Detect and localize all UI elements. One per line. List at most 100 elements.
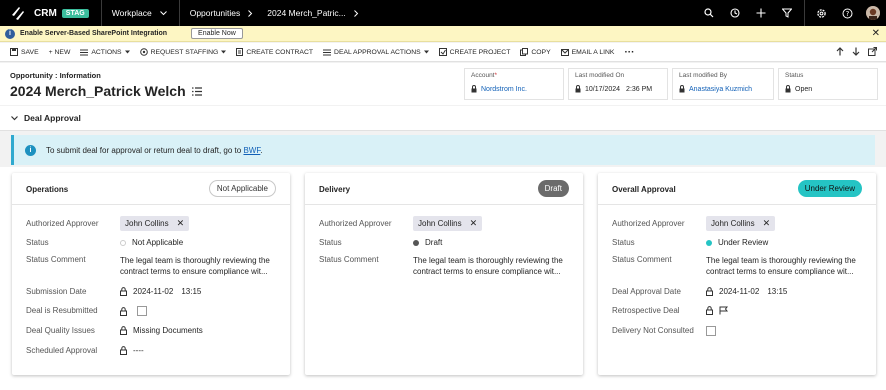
create-project-label: CREATE PROJECT [449,48,511,56]
not-consulted-checkbox[interactable] [706,326,716,336]
help-icon[interactable]: ? [834,8,860,19]
search-icon[interactable] [696,8,722,18]
status-label: Status [785,72,804,79]
field-value[interactable]: The legal team is thoroughly reviewing t… [120,255,280,277]
enable-now-button[interactable]: Enable Now [191,28,243,39]
field-value: ---- [133,346,144,355]
deal-approval-section-header[interactable]: Deal Approval [0,106,886,131]
field-label: Submission Date [26,287,87,296]
deal-approval-actions-menu[interactable]: DEAL APPROVAL ACTIONS [323,49,429,56]
status-dot-icon [120,239,126,246]
page-title: 2024 Merch_Patrick Welch [10,83,202,99]
header-field-account: Account* Nordstrom Inc. [464,68,564,100]
gear-icon[interactable] [808,8,834,19]
nav-opportunities[interactable]: Opportunities [190,8,254,18]
email-link-button[interactable]: EMAIL A LINK [560,48,614,56]
app-logo-icon[interactable] [10,4,28,22]
add-icon[interactable] [748,8,774,18]
new-label: + NEW [48,48,71,56]
recent-history-icon[interactable] [722,8,748,18]
info-icon: i [5,28,15,39]
modified-by-label: Last modified By [679,72,728,79]
arrow-down-icon[interactable] [848,47,864,56]
chevron-down-icon [159,10,167,15]
record-navigation [832,47,880,56]
copy-icon [520,48,529,56]
field-value[interactable]: The legal team is thoroughly reviewing t… [706,255,866,277]
top-navigation-bar: CRM STAG Workplace Opportunities 2024 Me… [0,0,886,26]
form-selector-icon[interactable] [191,86,202,96]
more-commands-icon[interactable]: ··· [624,47,634,58]
flag-icon[interactable] [719,306,728,315]
nav-workplace[interactable]: Workplace [112,8,167,18]
deal-approval-actions-label: DEAL APPROVAL ACTIONS [334,48,421,56]
environment-badge: STAG [61,8,89,18]
close-icon[interactable]: ✕ [872,28,880,39]
project-icon [438,48,447,56]
popout-icon[interactable] [864,47,880,56]
header-field-modified-on: Last modified On 10/17/2024 2:36 PM [568,68,668,100]
arrow-up-icon[interactable] [832,47,848,56]
field-scheduled-approval: Scheduled Approval ---- [26,346,281,355]
create-project-button[interactable]: CREATE PROJECT [438,48,511,56]
chevron-down-icon [221,50,227,54]
request-staffing-menu[interactable]: REQUEST STAFFING [139,48,227,56]
lock-icon [706,306,713,315]
field-retrospective-deal: Retrospective Deal [612,306,867,315]
field-label: Status [612,238,635,247]
field-label: Status Comment [612,255,672,264]
field-value: Missing Documents [133,326,203,335]
close-icon[interactable]: ✕ [177,218,185,229]
filter-icon[interactable] [774,8,800,18]
card-title: Operations [26,185,69,194]
field-status-comment: Status Comment The legal team is thoroug… [26,255,281,277]
approver-tag[interactable]: John Collins ✕ [706,216,776,231]
field-label: Status [319,238,342,247]
command-bar: SAVE + NEW ACTIONS REQUEST STAFFING CREA… [0,43,886,62]
account-link[interactable]: Nordstrom Inc. [481,86,527,93]
new-button[interactable]: + NEW [49,49,71,56]
card-title: Overall Approval [612,185,676,194]
field-value[interactable]: The legal team is thoroughly reviewing t… [413,255,573,277]
card-header: Overall Approval Under Review [598,173,876,205]
status-value: Open [785,85,871,93]
lock-icon [471,85,477,93]
close-icon[interactable]: ✕ [470,218,478,229]
create-contract-button[interactable]: CREATE CONTRACT [236,48,313,56]
approver-tag[interactable]: John Collins ✕ [120,216,190,231]
save-button[interactable]: SAVE [10,48,39,56]
request-staffing-label: REQUEST STAFFING [150,48,219,56]
email-icon [560,48,569,56]
modified-by-link[interactable]: Anastasiya Kuzmich [689,86,752,93]
divider [178,0,180,26]
resubmitted-checkbox[interactable] [137,306,147,316]
notification-banner: i Enable Server-Based SharePoint Integra… [0,26,886,42]
info-text: To submit deal for approval or return de… [46,145,263,155]
document-icon [236,48,244,56]
avatar[interactable] [866,6,880,20]
lock-icon [120,287,127,296]
field-label: Status Comment [26,255,86,264]
field-label: Delivery Not Consulted [612,326,694,335]
field-label: Deal Approval Date [612,287,681,296]
copy-button[interactable]: COPY [520,48,551,56]
svg-text:?: ? [845,10,849,18]
nav-current-record-label: 2024 Merch_Patric... [267,8,346,18]
record-breadcrumb: Opportunity : Information [10,71,101,80]
field-deal-approval-date: Deal Approval Date 2024-11-02 13:15 [612,287,867,296]
card-header: Operations Not Applicable [12,173,290,205]
chevron-right-icon [353,9,358,17]
bwf-link[interactable]: BWF [243,146,260,155]
approver-tag[interactable]: John Collins ✕ [413,216,483,231]
card-title: Delivery [319,185,351,194]
nav-current-record[interactable]: 2024 Merch_Patric... [267,8,358,18]
delivery-card: Delivery Draft Authorized Approver John … [305,173,583,375]
field-value: Draft [425,238,443,247]
actions-menu[interactable]: ACTIONS [80,49,130,56]
close-icon[interactable]: ✕ [763,218,771,229]
account-value: Nordstrom Inc. [471,85,557,93]
header-field-modified-by: Last modified By Anastasiya Kuzmich [672,68,774,100]
top-actions: ? [696,0,886,26]
divider [800,0,808,26]
record-title: 2024 Merch_Patrick Welch [10,83,186,99]
